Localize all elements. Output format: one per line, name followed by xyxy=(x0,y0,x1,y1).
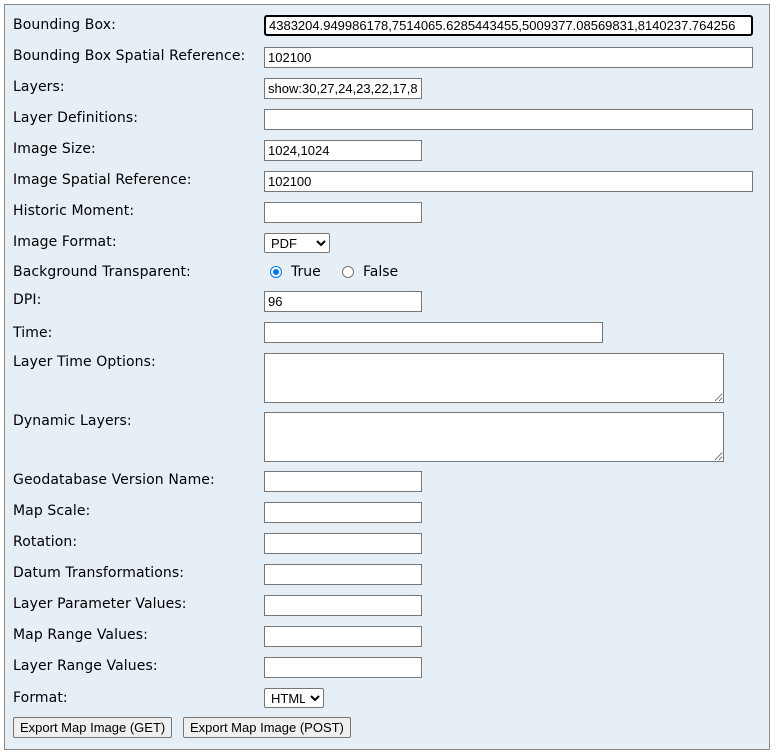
map-range-values-input[interactable] xyxy=(264,626,422,647)
time-label: Time: xyxy=(13,325,53,341)
layer-time-options-label: Layer Time Options: xyxy=(13,354,156,370)
geodatabase-version-label: Geodatabase Version Name: xyxy=(13,472,215,488)
bbox-spatial-reference-label: Bounding Box Spatial Reference: xyxy=(13,48,246,64)
geodatabase-version-input[interactable] xyxy=(264,471,422,492)
layer-range-values-input[interactable] xyxy=(264,657,422,678)
export-post-button[interactable]: Export Map Image (POST) xyxy=(183,717,351,738)
transparent-false-option[interactable]: False xyxy=(342,264,398,280)
dynamic-layers-label: Dynamic Layers: xyxy=(13,413,132,429)
background-transparent-label: Background Transparent: xyxy=(13,264,191,280)
image-size-label: Image Size: xyxy=(13,141,96,157)
map-scale-input[interactable] xyxy=(264,502,422,523)
map-range-values-label: Map Range Values: xyxy=(13,627,148,643)
layer-parameter-values-input[interactable] xyxy=(264,595,422,616)
image-format-select[interactable]: PDF xyxy=(264,233,330,253)
dynamic-layers-textarea[interactable] xyxy=(264,412,724,462)
transparent-false-radio[interactable] xyxy=(342,266,354,278)
export-get-button[interactable]: Export Map Image (GET) xyxy=(13,717,173,738)
datum-transformations-input[interactable] xyxy=(264,564,422,585)
historic-moment-label: Historic Moment: xyxy=(13,203,135,219)
rotation-label: Rotation: xyxy=(13,534,78,550)
image-format-label: Image Format: xyxy=(13,234,117,250)
layers-input[interactable] xyxy=(264,78,422,99)
image-spatial-reference-label: Image Spatial Reference: xyxy=(13,172,192,188)
datum-transformations-label: Datum Transformations: xyxy=(13,565,185,581)
layer-range-values-label: Layer Range Values: xyxy=(13,658,158,674)
transparent-false-label: False xyxy=(363,264,399,280)
bounding-box-label: Bounding Box: xyxy=(13,17,116,33)
historic-moment-input[interactable] xyxy=(264,202,422,223)
layer-definitions-input[interactable] xyxy=(264,109,753,130)
bounding-box-input[interactable] xyxy=(264,15,753,36)
image-size-input[interactable] xyxy=(264,140,422,161)
map-scale-label: Map Scale: xyxy=(13,503,91,519)
format-select[interactable]: HTML xyxy=(264,688,324,708)
dpi-input[interactable] xyxy=(264,291,422,312)
layer-parameter-values-label: Layer Parameter Values: xyxy=(13,596,187,612)
export-map-form: Bounding Box: Bounding Box Spatial Refer… xyxy=(4,4,770,750)
transparent-true-label: True xyxy=(291,264,321,280)
bbox-spatial-reference-input[interactable] xyxy=(264,47,753,68)
image-spatial-reference-input[interactable] xyxy=(264,171,753,192)
layer-definitions-label: Layer Definitions: xyxy=(13,110,139,126)
transparent-true-option[interactable]: True xyxy=(270,264,321,280)
transparent-true-radio[interactable] xyxy=(270,266,282,278)
layer-time-options-textarea[interactable] xyxy=(264,353,724,403)
layers-label: Layers: xyxy=(13,79,65,95)
dpi-label: DPI: xyxy=(13,292,42,308)
rotation-input[interactable] xyxy=(264,533,422,554)
format-label: Format: xyxy=(13,690,68,706)
time-input[interactable] xyxy=(264,322,603,343)
